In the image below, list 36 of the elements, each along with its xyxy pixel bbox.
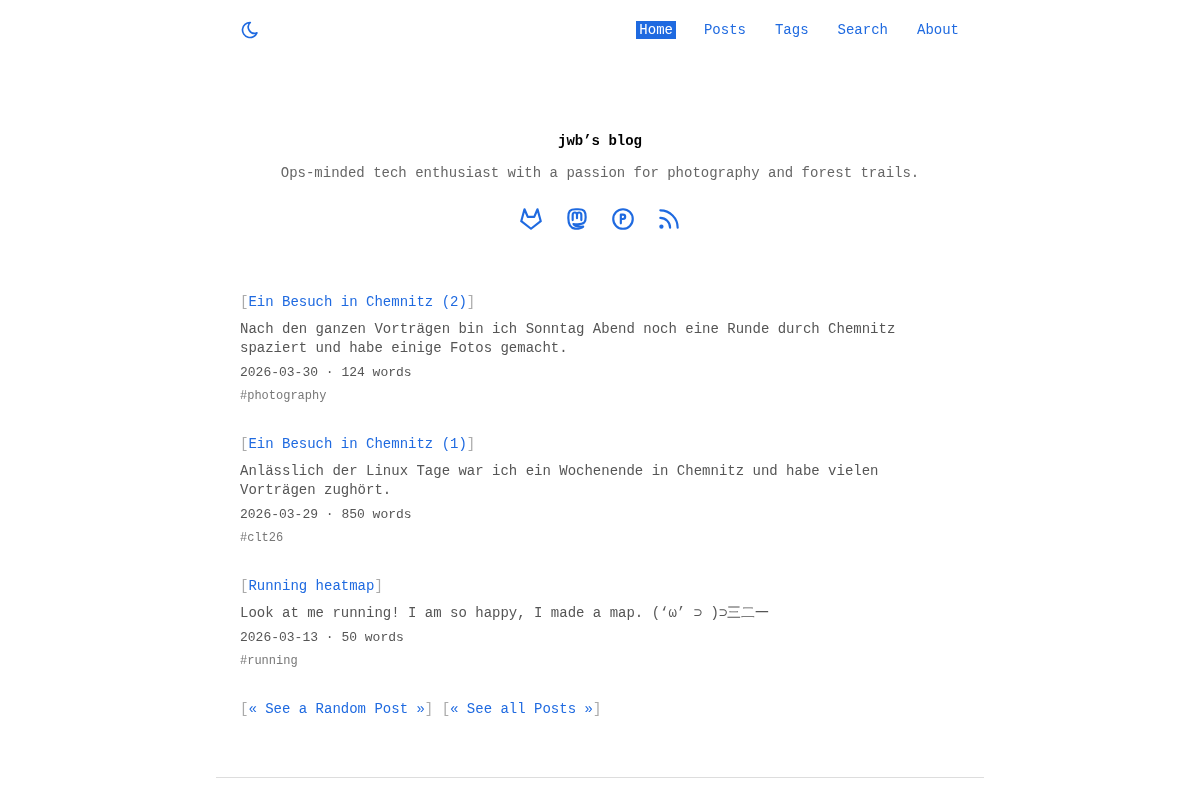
post-meta: 2026-03-29 · 850 words <box>240 506 413 524</box>
post-tag[interactable]: #clt26 <box>240 530 284 546</box>
post-meta: 2026-03-13 · 50 words <box>240 629 405 647</box>
nav-link[interactable]: Tags <box>773 21 810 39</box>
nav-link[interactable]: Home <box>636 21 676 39</box>
bracket: [ <box>240 436 249 452</box>
bracket: [ <box>240 294 249 310</box>
bracket: [ <box>240 578 249 594</box>
post-summary: Nach den ganzen Vorträgen bin ich Sonntag Abend noch eine Runde durch Chemnitz spaziert und habe einige Fotos gemacht. <box>240 320 897 358</box>
nav-link[interactable]: Posts <box>702 21 747 39</box>
bracket: ] <box>424 701 434 717</box>
fox-icon[interactable] <box>518 206 544 232</box>
post-summary: Look at me running! I am so happy, I made a map. (‘ω’ ⊃ )⊃三二一 <box>240 604 771 623</box>
post-summary: Anlässlich der Linux Tage war ich ein Wochenende in Chemnitz und habe vielen Vorträgen zughört. <box>240 462 880 500</box>
rss-icon[interactable] <box>656 206 682 232</box>
post-title-link[interactable]: Ein Besuch in Chemnitz (2) <box>248 294 467 310</box>
post-tag[interactable]: #running <box>240 653 298 669</box>
blog-tagline: Ops-minded tech enthusiast with a passion for photography and forest trails. <box>280 164 920 183</box>
post-tag[interactable]: #photography <box>240 388 327 404</box>
more-posts-link[interactable]: « See all Posts » <box>450 701 593 717</box>
bracket: ] <box>466 294 476 310</box>
post-title-link[interactable]: Running heatmap <box>248 578 375 594</box>
post-title-link[interactable]: Ein Besuch in Chemnitz (1) <box>248 436 467 452</box>
bracket: [ <box>240 701 249 717</box>
post-meta: 2026-03-30 · 124 words <box>240 364 413 382</box>
bracket: ] <box>466 436 476 452</box>
bracket: [ <box>441 701 451 717</box>
more-posts-link[interactable]: « See a Random Post » <box>248 701 425 717</box>
bracket: ] <box>374 578 383 594</box>
nav-link[interactable]: About <box>916 21 960 39</box>
moon-icon[interactable] <box>240 20 260 40</box>
chat-bubble-icon[interactable] <box>564 206 590 232</box>
nav-link[interactable]: Search <box>836 21 889 39</box>
blog-title: jwb’s blog <box>558 132 642 151</box>
p-circle-icon[interactable] <box>610 206 636 232</box>
bracket: ] <box>592 701 602 717</box>
